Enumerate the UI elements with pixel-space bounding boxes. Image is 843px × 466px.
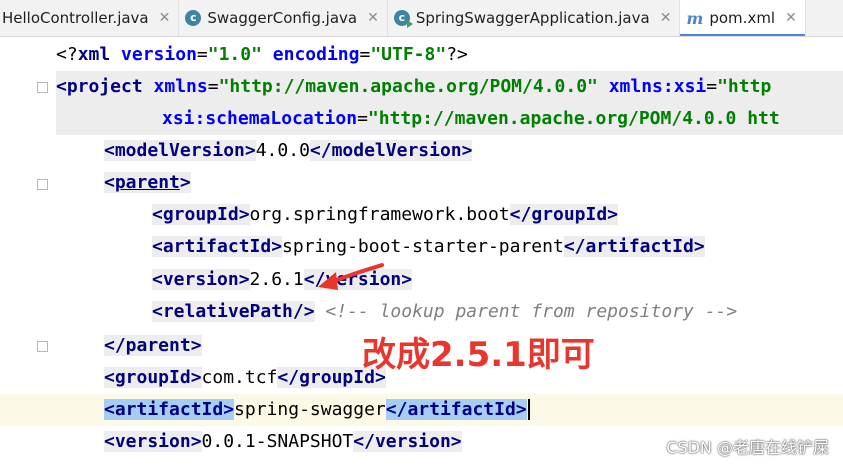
close-icon[interactable]: ✕: [785, 10, 797, 26]
tab-label: SpringSwaggerApplication.java: [415, 9, 650, 27]
parent-tag-link[interactable]: parent: [115, 172, 180, 193]
code-line[interactable]: <project xmlns="http://maven.apache.org/…: [56, 71, 843, 103]
tab-label: SwaggerConfig.java: [207, 9, 358, 27]
code-line[interactable]: xsi:schemaLocation="http://maven.apache.…: [56, 103, 843, 135]
annotation-text: 改成2.5.1即可: [362, 335, 595, 375]
code-line[interactable]: <parent>: [104, 167, 191, 199]
text-caret: [527, 399, 530, 420]
maven-icon: m: [686, 8, 704, 28]
code-line[interactable]: <modelVersion>4.0.0</modelVersion>: [104, 135, 473, 167]
code-line[interactable]: <groupId>org.springframework.boot</group…: [152, 199, 619, 231]
close-icon[interactable]: ✕: [367, 10, 379, 26]
tab-label: HelloController.java: [2, 9, 149, 27]
code-line[interactable]: <groupId>com.tcf</groupId>: [104, 362, 386, 394]
run-class-icon: c: [393, 10, 413, 28]
close-icon[interactable]: ✕: [660, 10, 672, 26]
tab-hello-controller[interactable]: HelloController.java ✕: [0, 0, 180, 36]
fold-marker-icon[interactable]: [37, 341, 48, 352]
code-line[interactable]: <artifactId>spring-boot-starter-parent</…: [152, 231, 705, 263]
code-line[interactable]: <version>0.0.1-SNAPSHOT</version>: [104, 426, 462, 458]
code-line[interactable]: <relativePath/> <!-- lookup parent from …: [152, 296, 737, 328]
tab-pom-xml[interactable]: m pom.xml ✕: [680, 0, 806, 36]
editor-tab-bar: HelloController.java ✕ c SwaggerConfig.j…: [0, 0, 843, 37]
class-icon: c: [185, 10, 202, 26]
fold-marker-icon[interactable]: [37, 82, 48, 93]
code-line-version[interactable]: <version>2.6.1</version>: [152, 264, 413, 296]
watermark: CSDN @老唐在线铲屎: [666, 438, 829, 457]
tab-spring-swagger-application[interactable]: c SpringSwaggerApplication.java ✕: [388, 0, 681, 36]
fold-marker-icon[interactable]: [37, 179, 48, 190]
close-icon[interactable]: ✕: [159, 10, 171, 26]
code-line[interactable]: <?xml version="1.0" encoding="UTF-8"?>: [56, 39, 468, 71]
code-line[interactable]: </parent>: [104, 330, 202, 362]
code-editor[interactable]: <?xml version="1.0" encoding="UTF-8"?> <…: [0, 37, 843, 466]
tab-swagger-config[interactable]: c SwaggerConfig.java ✕: [179, 0, 388, 36]
tab-label: pom.xml: [709, 9, 776, 27]
code-line-current[interactable]: <artifactId>spring-swagger</artifactId>: [0, 394, 843, 426]
